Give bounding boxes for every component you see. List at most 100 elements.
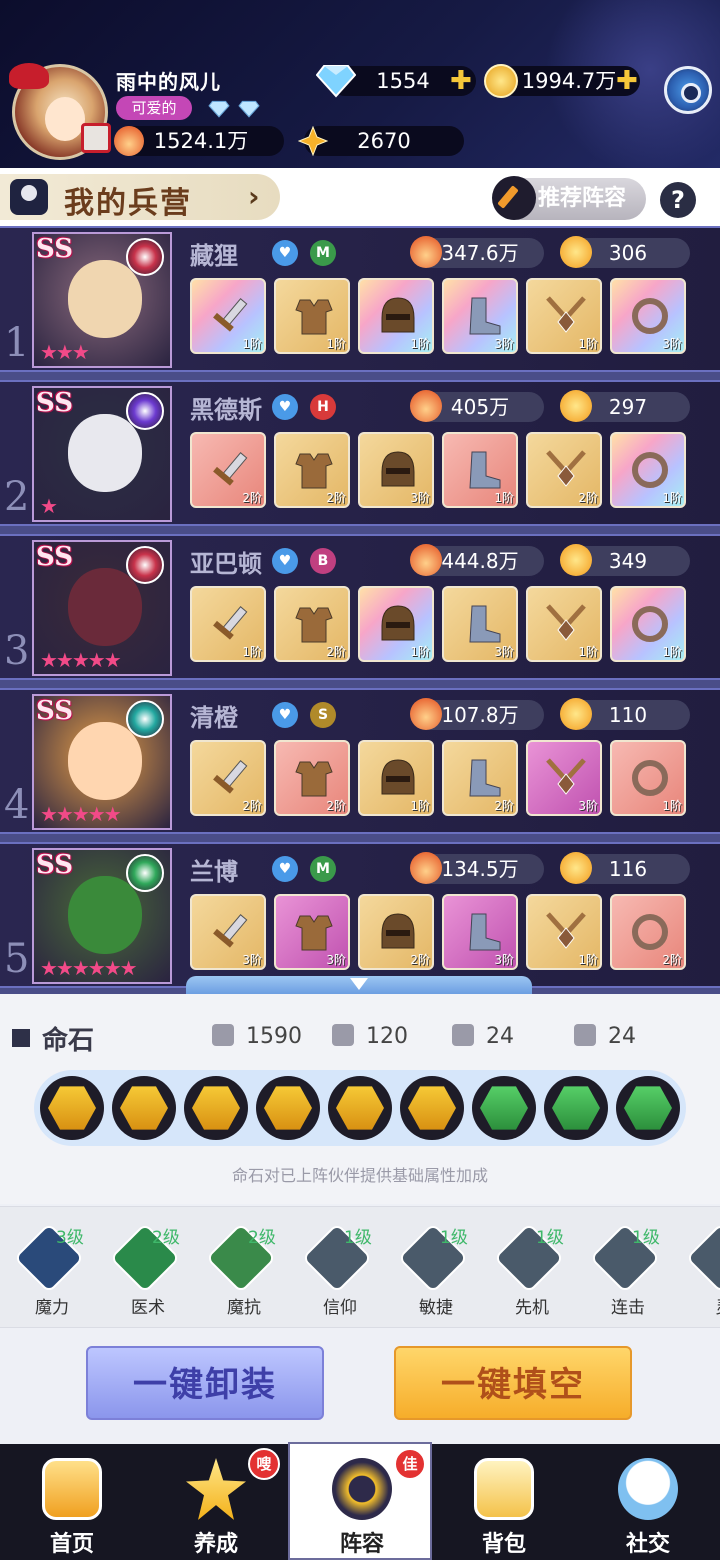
attribute-skill[interactable]: 1级 先机 [484,1222,580,1325]
fate-stone-slot[interactable] [112,1076,176,1140]
equipment-slot[interactable]: 1阶 [190,278,266,354]
skill-level: 1级 [536,1228,564,1248]
equipment-slot[interactable]: 1阶 [610,586,686,662]
equipment-slot[interactable]: 3阶 [610,278,686,354]
equipment-tier: 1阶 [578,645,598,659]
equipment-slot[interactable]: 2阶 [274,432,350,508]
attribute-skill[interactable]: 1级 敏捷 [388,1222,484,1325]
star-icon [186,1458,246,1520]
equipment-slot[interactable]: 1阶 [526,586,602,662]
equipment-tier: 1阶 [326,337,346,351]
equipment-slot[interactable]: 2阶 [190,432,266,508]
title-badge[interactable]: 可爱的 [116,96,192,120]
hero-portrait[interactable]: SS ★★★★★ [32,694,172,830]
diamond-small-icon [238,100,260,118]
diamond-icon [316,65,356,98]
nav-train[interactable]: 养成 嗖 [144,1444,288,1560]
heart-shield-icon: ♥ [272,548,298,574]
equipment-slot[interactable]: 1阶 [358,740,434,816]
hero-row[interactable]: 4 SS ★★★★★ 清橙 ♥ S 107.8万 110 2阶 2阶 1阶 2阶 3阶 1阶 [0,688,720,834]
fate-stone-title: 命石 [12,1020,94,1057]
equipment-slot[interactable]: 2阶 [442,740,518,816]
skill-level: 1级 [440,1228,468,1248]
hero-portrait[interactable]: SS ★★★★★★ [32,848,172,984]
fate-stone-icon [192,1086,240,1130]
hero-power: 347.6万 [410,236,544,268]
expand-list-button[interactable] [186,976,532,994]
fate-stone-icon [48,1086,96,1130]
hero-row[interactable]: 3 SS ★★★★★ 亚巴顿 ♥ B 444.8万 349 1阶 2阶 1阶 3阶 1阶 1阶 [0,534,720,680]
equipment-tier: 3阶 [326,953,346,967]
attribute-skill[interactable]: 2级 医术 [100,1222,196,1325]
hero-row[interactable]: 2 SS ★ 黑德斯 ♥ H 405万 297 2阶 2阶 3阶 1阶 2阶 1阶 [0,380,720,526]
equipment-slot[interactable]: 1阶 [358,586,434,662]
nav-bag[interactable]: 背包 [432,1444,576,1560]
equipment-slot[interactable]: 1阶 [442,432,518,508]
star-rating: ★★★★★ [40,648,122,672]
equipment-slot[interactable]: 3阶 [526,740,602,816]
fill-all-button[interactable]: 一键填空 [394,1346,632,1420]
fate-stone-slot[interactable] [472,1076,536,1140]
equipment-slot[interactable]: 2阶 [274,740,350,816]
equipment-slot[interactable]: 2阶 [610,894,686,970]
attribute-skills-bar[interactable]: 3级 魔力 2级 医术 2级 魔抗 1级 信仰 1级 敏捷 1级 先机 1级 连… [0,1206,720,1328]
attribute-skill[interactable]: 灵 [676,1222,720,1325]
nav-social[interactable]: 社交 [576,1444,720,1560]
skill-level: 1级 [632,1228,660,1248]
equipment-slot[interactable]: 3阶 [274,894,350,970]
fate-stone-slot[interactable] [184,1076,248,1140]
equipment-slot[interactable]: 3阶 [358,432,434,508]
fate-stone-slot[interactable] [40,1076,104,1140]
equipment-slot[interactable]: 1阶 [526,894,602,970]
fate-stone-slot[interactable] [328,1076,392,1140]
barracks-label: 我的兵营 [64,186,192,221]
equipment-slot[interactable]: 1阶 [358,278,434,354]
star-shard-icon [560,390,592,422]
hero-row[interactable]: 1 SS ★★★ 藏狸 ♥ M 347.6万 306 1阶 1阶 1阶 3阶 1阶 3阶 [0,226,720,372]
hero-portrait[interactable]: SS ★★★★★ [32,540,172,676]
equipment-tier: 1阶 [242,645,262,659]
amulet-icon [546,604,586,641]
equipment-slot[interactable]: 3阶 [190,894,266,970]
equipment-slot[interactable]: 3阶 [442,586,518,662]
fate-stone-slot[interactable] [256,1076,320,1140]
equipment-tier: 3阶 [494,337,514,351]
add-gold-button[interactable]: ✚ [616,66,638,96]
unequip-all-button[interactable]: 一键卸装 [86,1346,324,1420]
equipment-slot[interactable]: 1阶 [526,278,602,354]
equipment-slot[interactable]: 2阶 [358,894,434,970]
hero-power-value: 405万 [450,395,510,419]
fate-stone-slot[interactable] [400,1076,464,1140]
add-diamond-button[interactable]: ✚ [450,66,472,96]
attribute-skill[interactable]: 3级 魔力 [4,1222,100,1325]
nav-home[interactable]: 首页 [0,1444,144,1560]
attribute-skill[interactable]: 1级 连击 [580,1222,676,1325]
equipment-slot[interactable]: 2阶 [274,586,350,662]
equipment-slot[interactable]: 2阶 [526,432,602,508]
fate-stone-slot[interactable] [544,1076,608,1140]
barracks-tab[interactable]: 我的兵营 › [0,174,280,221]
player-avatar[interactable] [9,63,111,160]
equipment-slot[interactable]: 1阶 [610,740,686,816]
equipment-slot[interactable]: 1阶 [610,432,686,508]
heart-shield-icon: ♥ [272,394,298,420]
settings-gear-icon[interactable] [664,66,712,114]
nav-lineup[interactable]: 阵容 佳 [288,1442,432,1560]
equipment-slot[interactable]: 3阶 [442,894,518,970]
recommend-lineup-button[interactable]: 推荐阵容 [492,176,646,220]
fate-stone-slot[interactable] [616,1076,680,1140]
attribute-skill[interactable]: 1级 信仰 [292,1222,388,1325]
sword-icon [332,1024,354,1046]
equipment-slot[interactable]: 1阶 [274,278,350,354]
armor-icon [295,299,333,335]
hero-portrait[interactable]: SS ★ [32,386,172,522]
attribute-skill[interactable]: 2级 魔抗 [196,1222,292,1325]
equipment-slot[interactable]: 2阶 [190,740,266,816]
equipment-tier: 1阶 [662,799,682,813]
hero-portrait[interactable]: SS ★★★ [32,232,172,368]
help-button[interactable]: ? [660,182,696,218]
equipment-slot[interactable]: 3阶 [442,278,518,354]
hero-row[interactable]: 5 SS ★★★★★★ 兰博 ♥ M 134.5万 116 3阶 3阶 2阶 3阶 1阶 2阶 [0,842,720,988]
helmet-icon [381,605,415,641]
equipment-slot[interactable]: 1阶 [190,586,266,662]
